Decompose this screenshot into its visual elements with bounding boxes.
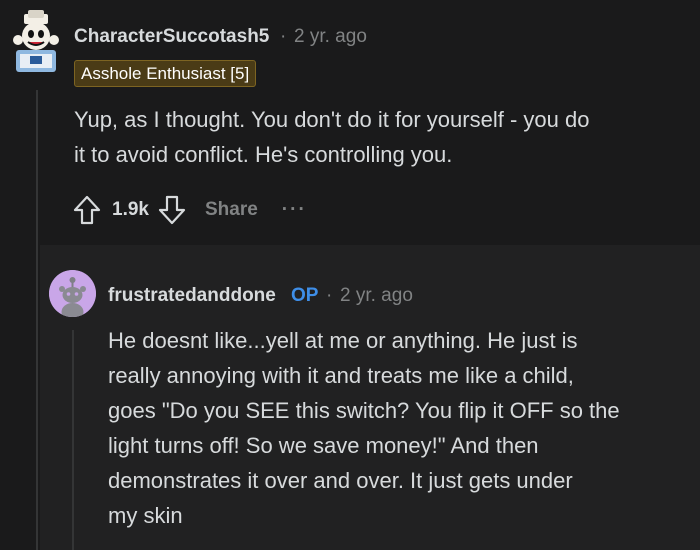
vote-score: 1.9k <box>112 199 149 220</box>
downvote-button[interactable] <box>155 192 189 228</box>
avatar-cartoon-icon <box>13 10 59 72</box>
comment-line: it to avoid conflict. He's controlling y… <box>74 142 453 167</box>
comment-body: Yup, as I thought. You don't do it for y… <box>74 102 589 172</box>
comment-line: really annoying with it and treats me li… <box>108 363 574 388</box>
comment-line: my skin <box>108 503 183 528</box>
thread-line[interactable] <box>72 330 74 550</box>
more-options-button[interactable]: ··· <box>282 199 307 221</box>
avatar[interactable] <box>49 270 96 317</box>
op-badge: OP <box>291 285 319 306</box>
username[interactable]: frustratedanddone <box>108 285 276 307</box>
comment-line: demonstrates it over and over. It just g… <box>108 468 573 493</box>
user-flair: Asshole Enthusiast [5] <box>74 60 257 87</box>
upvote-arrow-icon <box>73 195 101 225</box>
reply-comment: frustratedanddone OP · 2 yr. ago He does… <box>40 245 700 550</box>
comment-actions: 1.9k Share ··· <box>70 192 307 228</box>
comment-line: goes "Do you SEE this switch? You flip i… <box>108 398 620 423</box>
comment-line: light turns off! So we save money!" And … <box>108 433 539 458</box>
username[interactable]: CharacterSuccotash5 <box>74 26 269 48</box>
comment-line: Yup, as I thought. You don't do it for y… <box>74 107 590 132</box>
upvote-button[interactable] <box>70 192 104 228</box>
avatar[interactable] <box>10 10 64 76</box>
snoo-avatar-icon <box>49 270 96 317</box>
meta-separator: · <box>280 26 287 47</box>
downvote-arrow-icon <box>158 195 186 225</box>
timestamp[interactable]: 2 yr. ago <box>340 285 413 307</box>
comment: CharacterSuccotash5 · 2 yr. ago Asshole … <box>0 0 700 245</box>
comment-body: He doesnt like...yell at me or anything.… <box>108 323 620 533</box>
timestamp[interactable]: 2 yr. ago <box>294 26 367 48</box>
meta-separator: · <box>326 285 333 306</box>
share-button[interactable]: Share <box>205 199 258 221</box>
comment-line: He doesnt like...yell at me or anything.… <box>108 328 578 353</box>
